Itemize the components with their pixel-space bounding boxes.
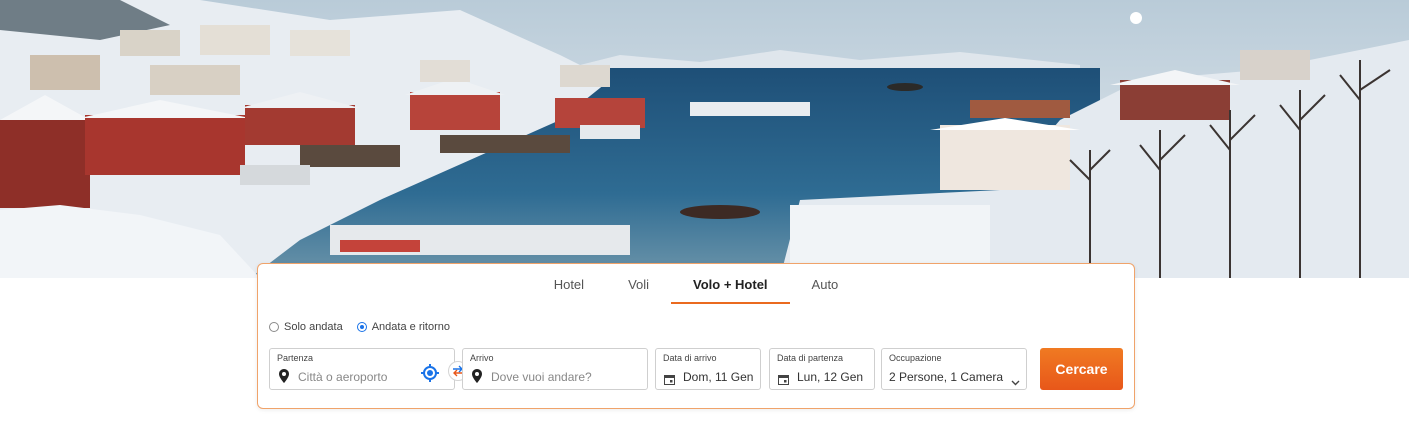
radio-button[interactable] [356,322,367,332]
location-pin-icon [472,369,482,388]
search-panel: Hotel Voli Volo + Hotel Auto Solo andata… [257,263,1135,409]
tab-hotel[interactable]: Hotel [532,264,606,304]
hero-image [0,0,1409,278]
field-label: Partenza [277,353,314,363]
location-pin-icon [279,369,289,388]
tab-volo-hotel[interactable]: Volo + Hotel [671,264,790,304]
field-label: Data di partenza [777,353,844,363]
radio-label: Solo andata [284,321,343,333]
occupancy-value: 2 Persone, 1 Camera [889,370,1004,384]
arrival-input[interactable]: Dove vuoi andare? [491,370,592,384]
tab-auto[interactable]: Auto [790,264,861,304]
gps-target-icon[interactable] [421,364,439,387]
calendar-icon [664,372,675,390]
radio-round-trip[interactable]: Andata e ritorno [356,321,450,333]
radio-button[interactable] [269,322,279,332]
checkin-date-field[interactable]: Data di arrivo Dom, 11 Gen [655,348,761,390]
field-label: Arrivo [470,353,494,363]
occupancy-select[interactable]: Occupazione 2 Persone, 1 Camera [881,348,1027,390]
field-label: Data di arrivo [663,353,717,363]
field-label: Occupazione [889,353,942,363]
departure-input[interactable]: Città o aeroporto [298,370,387,384]
calendar-icon [778,372,789,390]
checkin-value: Dom, 11 Gen [683,370,754,384]
radio-label: Andata e ritorno [371,321,450,333]
hero-landscape-picture [0,0,1409,278]
trip-type-group: Solo andata Andata e ritorno [269,321,450,333]
arrival-field[interactable]: Arrivo Dove vuoi andare? [462,348,648,390]
tab-voli[interactable]: Voli [606,264,671,304]
search-button[interactable]: Cercare [1040,348,1123,390]
product-tabs: Hotel Voli Volo + Hotel Auto [258,264,1134,304]
checkout-date-field[interactable]: Data di partenza Lun, 12 Gen [769,348,875,390]
radio-one-way[interactable]: Solo andata [269,321,343,333]
departure-field[interactable]: Partenza Città o aeroporto [269,348,455,390]
checkout-value: Lun, 12 Gen [797,370,864,384]
chevron-down-icon [1011,373,1020,391]
